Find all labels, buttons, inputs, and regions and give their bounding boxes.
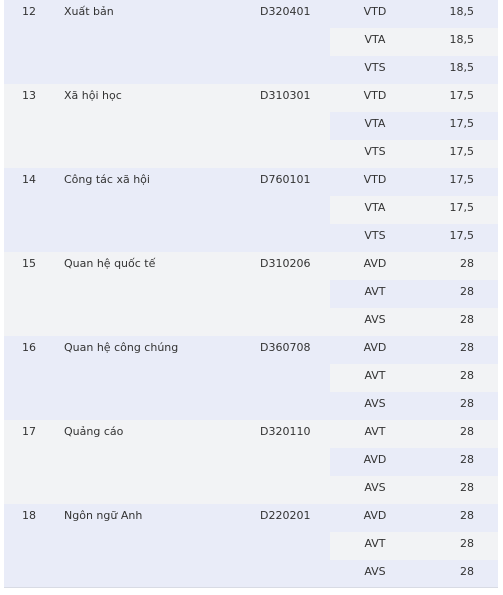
exam-block: AVD (363, 257, 387, 270)
major-name: Quan hệ công chúng (64, 341, 179, 354)
table-row: AVT 28 (4, 364, 498, 392)
table-row: AVS 28 (4, 392, 498, 420)
cutoff-score: 28 (460, 285, 474, 298)
major-name: Quan hệ quốc tế (64, 257, 156, 270)
table-row: VTA 18,5 (4, 28, 498, 56)
exam-block: AVT (364, 285, 386, 298)
exam-block: VTS (364, 61, 386, 74)
cutoff-score: 17,5 (449, 89, 475, 102)
exam-block: AVS (364, 565, 386, 578)
table-row: AVD 28 (4, 448, 498, 476)
major-code: D220201 (260, 509, 311, 522)
cutoff-score: 28 (460, 369, 474, 382)
exam-block: VTA (364, 201, 386, 214)
major-code: D310206 (260, 257, 311, 270)
row-number: 17 (22, 425, 36, 438)
table-row-group: 16 Quan hệ công chúng D360708 AVD 28 AVT… (4, 336, 498, 420)
cutoff-score: 28 (460, 257, 474, 270)
table-row-group: 14 Công tác xã hội D760101 VTD 17,5 VTA … (4, 168, 498, 252)
table-row: AVT 28 (4, 532, 498, 560)
major-code: D310301 (260, 89, 311, 102)
cutoff-score: 17,5 (449, 117, 475, 130)
table-row: 15 Quan hệ quốc tế D310206 AVD 28 (4, 252, 498, 280)
major-name: Ngôn ngữ Anh (64, 509, 143, 522)
exam-block: VTD (363, 5, 387, 18)
exam-block: AVS (364, 313, 386, 326)
major-name: Công tác xã hội (64, 173, 150, 186)
major-code: D360708 (260, 341, 311, 354)
major-code: D320401 (260, 5, 311, 18)
row-number: 14 (22, 173, 36, 186)
table-row: VTS 18,5 (4, 56, 498, 84)
cutoff-score: 18,5 (449, 61, 475, 74)
major-code: D320110 (260, 425, 311, 438)
exam-block: AVT (364, 369, 386, 382)
exam-block: VTA (364, 33, 386, 46)
cutoff-score: 17,5 (449, 173, 475, 186)
table-row: VTA 17,5 (4, 196, 498, 224)
table-row: 17 Quảng cáo D320110 AVT 28 (4, 420, 498, 448)
row-number: 13 (22, 89, 36, 102)
table-row: AVS 28 (4, 308, 498, 336)
table-row: AVS 28 (4, 560, 498, 588)
major-name: Quảng cáo (64, 425, 124, 438)
row-number: 12 (22, 5, 36, 18)
exam-block: AVD (363, 453, 387, 466)
table-row: VTS 17,5 (4, 224, 498, 252)
exam-block: VTD (363, 89, 387, 102)
table-row: 16 Quan hệ công chúng D360708 AVD 28 (4, 336, 498, 364)
table-row: 12 Xuất bản D320401 VTD 18,5 (4, 0, 498, 28)
cutoff-score: 18,5 (449, 33, 475, 46)
exam-block: AVD (363, 509, 387, 522)
cutoff-score: 28 (460, 537, 474, 550)
table-bottom-divider (4, 587, 498, 588)
cutoff-score: 17,5 (449, 145, 475, 158)
exam-block: AVS (364, 481, 386, 494)
table-row: VTS 17,5 (4, 140, 498, 168)
exam-block: VTS (364, 145, 386, 158)
cutoff-score: 28 (460, 425, 474, 438)
row-number: 16 (22, 341, 36, 354)
exam-block: AVT (364, 425, 386, 438)
cutoff-score: 28 (460, 481, 474, 494)
cutoff-score: 17,5 (449, 201, 475, 214)
admission-scores-table: 12 Xuất bản D320401 VTD 18,5 VTA 18,5 VT… (4, 0, 498, 588)
table-row-group: 18 Ngôn ngữ Anh D220201 AVD 28 AVT 28 AV… (4, 504, 498, 588)
cutoff-score: 28 (460, 453, 474, 466)
row-number: 18 (22, 509, 36, 522)
table-row: 14 Công tác xã hội D760101 VTD 17,5 (4, 168, 498, 196)
exam-block: VTS (364, 229, 386, 242)
major-name: Xã hội học (64, 89, 122, 102)
table-row-group: 15 Quan hệ quốc tế D310206 AVD 28 AVT 28… (4, 252, 498, 336)
table-row-group: 17 Quảng cáo D320110 AVT 28 AVD 28 AVS 2… (4, 420, 498, 504)
table-row-group: 12 Xuất bản D320401 VTD 18,5 VTA 18,5 VT… (4, 0, 498, 84)
cutoff-score: 28 (460, 313, 474, 326)
table-row: 13 Xã hội học D310301 VTD 17,5 (4, 84, 498, 112)
row-number: 15 (22, 257, 36, 270)
exam-block: AVD (363, 341, 387, 354)
table-row-group: 13 Xã hội học D310301 VTD 17,5 VTA 17,5 … (4, 84, 498, 168)
exam-block: VTD (363, 173, 387, 186)
table-row: AVT 28 (4, 280, 498, 308)
table-row: VTA 17,5 (4, 112, 498, 140)
exam-block: VTA (364, 117, 386, 130)
cutoff-score: 28 (460, 509, 474, 522)
major-name: Xuất bản (64, 5, 114, 18)
table-row: 18 Ngôn ngữ Anh D220201 AVD 28 (4, 504, 498, 532)
major-code: D760101 (260, 173, 311, 186)
cutoff-score: 28 (460, 341, 474, 354)
cutoff-score: 18,5 (449, 5, 475, 18)
cutoff-score: 17,5 (449, 229, 475, 242)
exam-block: AVT (364, 537, 386, 550)
cutoff-score: 28 (460, 397, 474, 410)
table-row: AVS 28 (4, 476, 498, 504)
exam-block: AVS (364, 397, 386, 410)
cutoff-score: 28 (460, 565, 474, 578)
